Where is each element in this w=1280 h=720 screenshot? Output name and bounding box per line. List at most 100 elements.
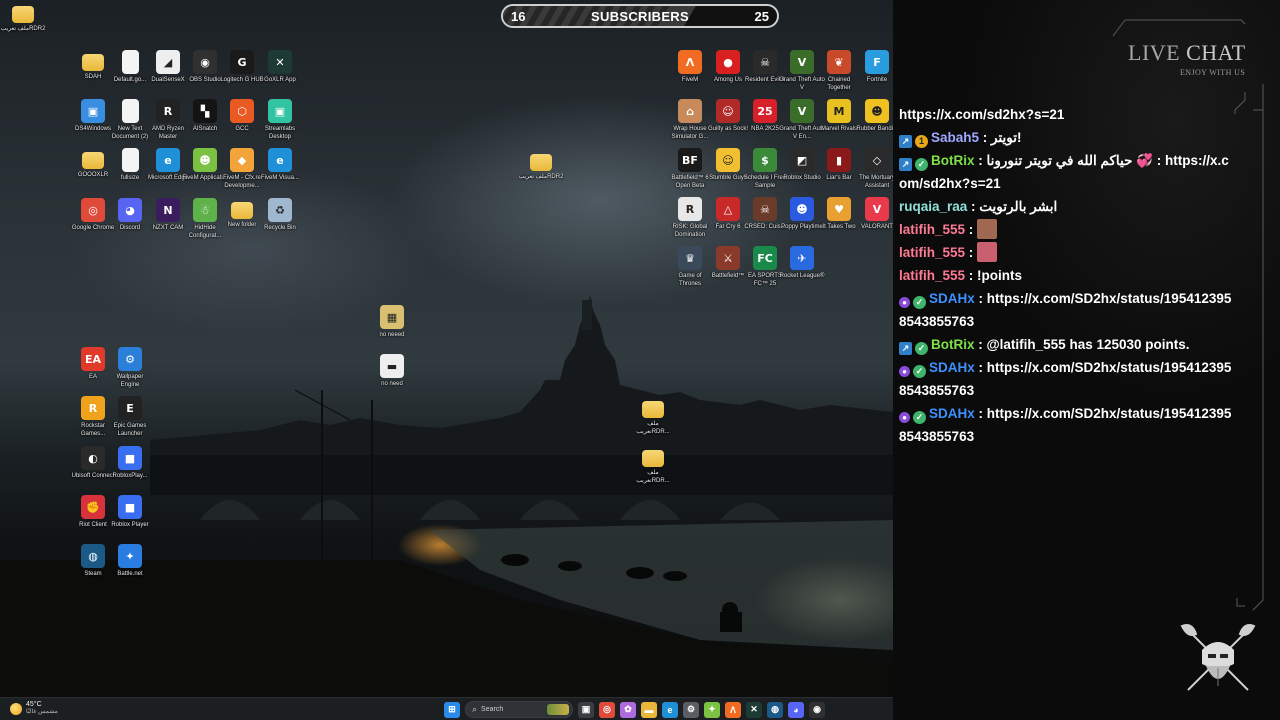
chat-separator: : — [979, 130, 992, 145]
task-view-icon[interactable]: ▣ — [578, 701, 594, 718]
taskbar: 45°C مشمس غالبًا ⊞ ⌕ Search ▣ ◎ ✿ ▬ e ⚙ ✦ Λ ✕ ◍ ◕ ◉ — [0, 697, 893, 720]
chat-title-live: LIVE — [1128, 40, 1181, 65]
desktop-icon-label: ملف تعريبRDR... — [636, 421, 670, 435]
desktop-icon-label: ملف تعريبRDR2 — [518, 174, 564, 180]
desktop-icon[interactable]: ▦ no neeed — [369, 305, 415, 339]
file-explorer-icon[interactable]: ▬ — [641, 701, 657, 718]
fivem-cfx-icon[interactable]: Λ — [725, 701, 741, 718]
desktop-icon[interactable]: ملف تعريبRDR... — [630, 446, 676, 485]
chat-username[interactable]: latifih_555 — [899, 245, 965, 260]
app-icon: ▣ — [268, 99, 292, 123]
chat-username[interactable]: SDAHx — [929, 291, 975, 306]
app-icon: e — [268, 148, 292, 172]
app-icon: ◉ — [193, 50, 217, 74]
weather-desc: مشمس غالبًا — [26, 709, 58, 715]
obs-icon[interactable]: ◉ — [809, 701, 825, 718]
settings-icon[interactable]: ⚙ — [683, 701, 699, 718]
search-placeholder: Search — [481, 706, 504, 713]
chat-username[interactable]: latifih_555 — [899, 222, 965, 237]
folder-icon — [12, 6, 34, 23]
desktop-icon[interactable]: ♻ Recycle Bin — [257, 198, 303, 232]
desktop-icon[interactable]: ملف تعريبRDR... — [630, 397, 676, 436]
chat-message: ● ✓ SDAHx : https://x.com/SD2hx/status/195… — [899, 287, 1235, 333]
document-icon — [121, 99, 139, 123]
goxlr-icon[interactable]: ✕ — [746, 701, 762, 718]
chat-username[interactable]: SDAHx — [929, 406, 975, 421]
chrome-icon[interactable]: ◎ — [599, 701, 615, 718]
chat-message: latifih_555 : !points — [899, 264, 1235, 287]
chat-subtitle: ENJOY WITH US — [1180, 68, 1246, 77]
chat-message: latifih_555 : — [899, 218, 1235, 241]
weather-widget[interactable]: 45°C مشمس غالبًا — [10, 701, 58, 716]
live-chat-panel: LIVE CHAT ENJOY WITH US https://x.com/sd… — [893, 0, 1280, 720]
desktop-icon[interactable]: ▣ Streamlabs Desktop — [257, 99, 303, 141]
verified-badge-icon: ✓ — [913, 411, 926, 424]
chat-emote-icon — [977, 242, 998, 262]
copilot-icon[interactable]: ✿ — [620, 701, 636, 718]
verified-badge-icon: ✓ — [913, 296, 926, 309]
app-icon: F — [865, 50, 889, 74]
app-icon: ◇ — [865, 148, 889, 172]
app-icon: ☠ — [753, 50, 777, 74]
taskbar-apps: ⊞ ⌕ Search ▣ ◎ ✿ ▬ e ⚙ ✦ Λ ✕ ◍ ◕ ◉ — [444, 701, 825, 718]
app-icon: △ — [716, 197, 740, 221]
folder-icon — [82, 152, 104, 169]
steam-icon[interactable]: ◍ — [767, 701, 783, 718]
app-icon: ◐ — [81, 446, 105, 470]
taskbar-search-box[interactable]: ⌕ Search — [465, 701, 573, 718]
app-icon: R — [81, 396, 105, 420]
desktop-icon[interactable]: ✈ Rocket League® — [779, 246, 825, 280]
chat-message: ↗ 1 Sabah5 : تويتر! — [899, 126, 1235, 149]
app-icon: ■ — [118, 446, 142, 470]
chat-separator: : — [974, 337, 987, 352]
app-icon: ◕ — [118, 198, 142, 222]
app-icon: G — [230, 50, 254, 74]
app-icon: ✊ — [81, 495, 105, 519]
windows-start-icon[interactable]: ⊞ — [444, 701, 460, 718]
app-icon: FC — [753, 246, 777, 270]
chat-title: LIVE CHAT — [1128, 40, 1246, 66]
desktop-icon[interactable]: ✕ GoXLR App — [257, 50, 303, 84]
app-icon: ☻ — [193, 148, 217, 172]
app-icon: ◍ — [81, 544, 105, 568]
desktop-icon[interactable]: ⚙ Wallpaper Engine — [107, 347, 153, 389]
app-icon: ■ — [118, 495, 142, 519]
chat-username[interactable]: latifih_555 — [899, 268, 965, 283]
sun-icon — [10, 702, 22, 715]
chat-text: @latifih_555 has 125030 points. — [986, 337, 1190, 352]
app-icon: ☻ — [790, 197, 814, 221]
fivem-icon[interactable]: ✦ — [704, 701, 720, 718]
chat-username[interactable]: BotRix — [931, 153, 975, 168]
desktop-icon[interactable]: ملف تعريبRDR2 — [0, 2, 46, 33]
desktop-icon-label: no neeed — [379, 332, 405, 338]
chat-username[interactable]: BotRix — [931, 337, 975, 352]
search-icon: ⌕ — [472, 704, 478, 714]
chat-username[interactable]: ruqaia_raa — [899, 199, 967, 214]
desktop-icon[interactable]: E Epic Games Launcher — [107, 396, 153, 438]
chat-separator: : — [967, 199, 980, 214]
discord-icon[interactable]: ◕ — [788, 701, 804, 718]
desktop-icon-label: Recycle Bin — [264, 225, 296, 231]
chat-username[interactable]: SDAHx — [929, 360, 975, 375]
desktop-icon[interactable]: ✦ Battle.net — [107, 544, 153, 578]
app-icon: ⚔ — [716, 246, 740, 270]
chat-username[interactable]: Sabah5 — [931, 130, 979, 145]
chat-text: ابشر بالرتويت — [979, 199, 1058, 214]
edge-icon[interactable]: e — [662, 701, 678, 718]
coin-badge-icon: 1 — [915, 135, 928, 148]
desktop-icon[interactable]: ملف تعريبRDR2 — [518, 150, 564, 181]
subscriber-goal-bar: 16 SUBSCRIBERS 25 — [501, 4, 779, 28]
desktop-icon-label: RobloxPlay... — [112, 473, 148, 479]
chat-emote-icon — [977, 219, 998, 239]
desktop-icon[interactable]: ■ RobloxPlay... — [107, 446, 153, 480]
desktop-icon-label: no need — [381, 381, 403, 387]
desktop-icon[interactable]: ■ Roblox Player — [107, 495, 153, 529]
desktop-icon[interactable]: e FiveM Visua... — [257, 148, 303, 182]
app-icon: V — [865, 197, 889, 221]
app-icon: e — [156, 148, 180, 172]
chat-separator: : — [974, 291, 987, 306]
desktop-icon-label: Roblox Player — [111, 522, 149, 528]
desktop-icon[interactable]: ▬ no need — [369, 354, 415, 388]
folder-icon — [642, 401, 664, 418]
app-icon: ● — [716, 50, 740, 74]
